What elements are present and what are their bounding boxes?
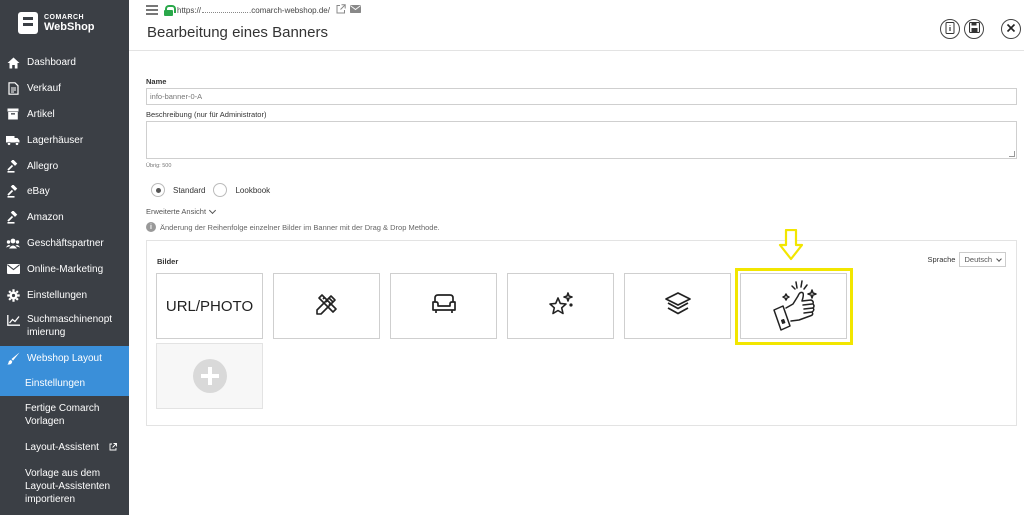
name-input[interactable] (146, 88, 1017, 105)
gavel-icon (6, 185, 20, 199)
highlight-box (735, 268, 853, 345)
sidebar-item-label: Geschäftspartner (27, 237, 104, 249)
language-select[interactable]: Deutsch (959, 252, 1006, 267)
truck-icon (6, 133, 20, 147)
images-label: Bilder (157, 257, 179, 266)
name-label: Name (146, 77, 167, 86)
page-title: Bearbeitung eines Banners (147, 24, 328, 41)
image-tile-url-photo[interactable]: URL/PHOTO (156, 273, 263, 339)
url-suffix[interactable]: .comarch-webshop.de/ (249, 6, 330, 15)
image-tile-sparkle[interactable] (507, 273, 614, 339)
gavel-icon (6, 159, 20, 173)
radio-lookbook[interactable] (213, 183, 228, 197)
external-link-icon[interactable] (336, 3, 346, 17)
radio-lookbook-label: Lookbook (235, 185, 271, 195)
sidebar-item-label: Amazon (27, 212, 64, 224)
pencil-ruler-icon (314, 291, 340, 322)
close-icon (1006, 23, 1016, 36)
sidebar-submenu: Einstellungen Fertige Comarch Vorlagen L… (0, 371, 129, 512)
sidebar-item-label: eBay (27, 186, 50, 198)
sidebar-item-ebay[interactable]: eBay (0, 179, 129, 205)
add-image-button[interactable] (156, 343, 263, 409)
sidebar-item-webshop-layout[interactable]: Webshop Layout (0, 345, 129, 372)
sidebar-item-label: Einstellungen (27, 289, 88, 301)
sidebar-item-seo[interactable]: Suchmaschinenopt imierung (0, 308, 129, 344)
sidebar-item-label: Lagerhäuser (27, 134, 84, 146)
sidebar-item-artikel[interactable]: Artikel (0, 102, 129, 128)
brand[interactable]: COMARCH WebShop (0, 0, 129, 46)
banner-form: Name Beschreibung (nur für Administrator… (146, 77, 1017, 232)
image-tile-layers[interactable] (624, 273, 731, 339)
layers-icon (664, 291, 692, 322)
sidebar-item-label: Dashboard (27, 57, 76, 69)
description-textarea[interactable] (146, 121, 1017, 159)
info-circle-icon: i (146, 222, 156, 232)
hamburger-menu-icon[interactable] (146, 5, 158, 15)
image-tile-furniture[interactable] (390, 273, 497, 339)
sidebar-nav: Dashboard Verkauf Artikel Lagerhäuser Al… (0, 50, 129, 372)
advanced-view-toggle[interactable]: Erweiterte Ansicht (146, 206, 1017, 216)
document-icon (6, 82, 20, 96)
arrow-down-annotation-icon (778, 228, 804, 266)
sparkle-star-icon (547, 290, 575, 323)
plus-circle-icon (192, 359, 227, 393)
comarch-logo-icon (18, 12, 38, 34)
sidebar-item-online-marketing[interactable]: Online-Marketing (0, 256, 129, 282)
radio-standard[interactable] (151, 183, 165, 197)
language-selector: Sprache Deutsch (928, 252, 1006, 267)
sidebar-subitem-vorlage-importieren[interactable]: Vorlage aus dem Layout-Assistenten impor… (0, 462, 129, 512)
info-button[interactable] (940, 19, 960, 39)
description-label: Beschreibung (nur für Administrator) (146, 110, 267, 119)
chevron-down-icon (996, 255, 1002, 262)
sidebar-item-label: Allegro (27, 160, 59, 172)
sidebar-item-label: Online-Marketing (27, 263, 104, 275)
sidebar-subitem-layout-assistent[interactable]: Layout-Assistent (0, 434, 129, 462)
envelope-icon (6, 262, 20, 276)
banner-type-radios: Standard Lookbook (146, 183, 1017, 197)
save-button[interactable] (964, 19, 984, 39)
sidebar-item-amazon[interactable]: Amazon (0, 205, 129, 231)
brand-big-text: WebShop (44, 20, 95, 33)
sidebar-item-label: Verkauf (27, 83, 61, 95)
external-link-icon (109, 442, 117, 453)
chart-icon (6, 314, 20, 328)
box-icon (6, 107, 20, 121)
url-redacted (202, 7, 249, 13)
info-icon (945, 21, 955, 37)
topbar: https:// .comarch-webshop.de/ (146, 3, 361, 17)
drag-drop-info: i Änderung der Reihenfolge einzelner Bil… (146, 222, 1017, 232)
gavel-icon (6, 211, 20, 225)
title-divider (129, 50, 1024, 51)
sidebar-item-dashboard[interactable]: Dashboard (0, 50, 129, 76)
brush-icon (6, 352, 20, 366)
sofa-icon (430, 293, 458, 320)
envelope-icon[interactable] (349, 4, 361, 16)
sidebar-subitem-einstellungen[interactable]: Einstellungen (0, 371, 129, 396)
save-icon (968, 21, 980, 36)
sidebar-item-label: Webshop Layout (27, 353, 102, 365)
gear-icon (6, 288, 20, 302)
sidebar-subitem-fertige-vorlagen[interactable]: Fertige Comarch Vorlagen (0, 396, 129, 434)
sidebar-item-lagerhaeuser[interactable]: Lagerhäuser (0, 127, 129, 153)
close-button[interactable] (1001, 19, 1021, 39)
users-icon (6, 236, 20, 250)
lock-icon (164, 4, 176, 16)
sidebar-item-geschaeftspartner[interactable]: Geschäftspartner (0, 231, 129, 257)
description-char-count: Übrig: 500 (146, 163, 172, 169)
sidebar-item-verkauf[interactable]: Verkauf (0, 76, 129, 102)
image-tile-design[interactable] (273, 273, 380, 339)
sidebar-item-allegro[interactable]: Allegro (0, 153, 129, 179)
sidebar-item-label: Suchmaschinenopt imierung (27, 313, 113, 338)
sidebar-item-label: Artikel (27, 108, 55, 120)
radio-standard-label: Standard (173, 185, 206, 195)
brand-small-text: COMARCH (44, 13, 85, 21)
sidebar-item-einstellungen[interactable]: Einstellungen (0, 282, 129, 308)
language-label: Sprache (927, 255, 956, 264)
chevron-down-icon (208, 206, 217, 214)
url-prefix: https:// (177, 5, 202, 15)
home-icon (6, 56, 20, 70)
sidebar: COMARCH WebShop Dashboard Verkauf Artike… (0, 0, 129, 515)
